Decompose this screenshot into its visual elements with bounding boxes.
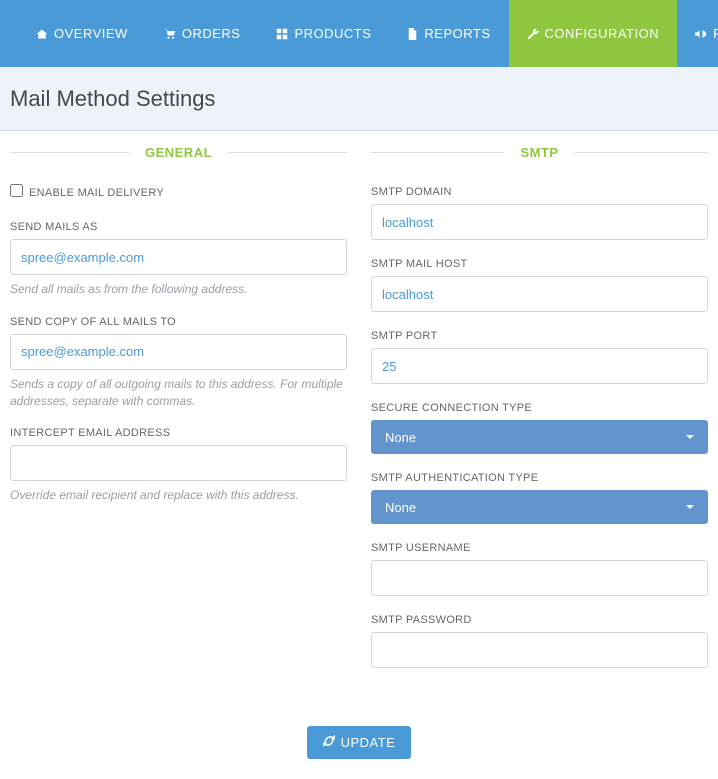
nav-products[interactable]: Products: [258, 0, 389, 67]
nav-promotions-label: P: [713, 26, 718, 41]
nav-orders-label: Orders: [182, 26, 241, 41]
general-legend: General: [10, 145, 347, 160]
smtp-password-input[interactable]: [371, 632, 708, 668]
secure-type-value: None: [385, 430, 416, 445]
nav-products-label: Products: [294, 26, 371, 41]
divider: [10, 152, 129, 153]
smtp-domain-field: SMTP Domain: [371, 186, 708, 240]
intercept-input[interactable]: [10, 445, 347, 481]
general-legend-text: General: [129, 145, 228, 160]
divider: [228, 152, 347, 153]
intercept-field: Intercept Email Address Override email r…: [10, 427, 347, 504]
smtp-host-field: SMTP Mail Host: [371, 258, 708, 312]
copy-to-hint: Sends a copy of all outgoing mails to th…: [10, 376, 347, 410]
secure-type-select[interactable]: None: [371, 420, 708, 454]
wrench-icon: [527, 28, 539, 40]
chevron-down-icon: [686, 435, 694, 439]
smtp-port-field: SMTP Port: [371, 330, 708, 384]
smtp-column: SMTP SMTP Domain SMTP Mail Host SMTP Por…: [371, 145, 708, 686]
nav-configuration[interactable]: Configuration: [509, 0, 678, 67]
auth-type-value: None: [385, 500, 416, 515]
copy-to-input[interactable]: [10, 334, 347, 370]
smtp-domain-input[interactable]: [371, 204, 708, 240]
smtp-host-input[interactable]: [371, 276, 708, 312]
nav-promotions[interactable]: P: [677, 0, 718, 67]
secure-type-field: Secure Connection Type None: [371, 402, 708, 454]
chevron-down-icon: [686, 505, 694, 509]
smtp-password-field: SMTP Password: [371, 614, 708, 668]
update-button-label: Update: [341, 735, 396, 750]
intercept-label: Intercept Email Address: [10, 427, 347, 439]
smtp-host-label: SMTP Mail Host: [371, 258, 708, 270]
home-icon: [36, 28, 48, 40]
nav-orders[interactable]: Orders: [146, 0, 259, 67]
enable-mail-label: Enable Mail Delivery: [29, 187, 164, 199]
auth-type-label: SMTP Authentication Type: [371, 472, 708, 484]
bullhorn-icon: [695, 28, 707, 40]
copy-to-field: Send Copy of All Mails To Sends a copy o…: [10, 316, 347, 410]
general-column: General Enable Mail Delivery Send Mails …: [10, 145, 347, 686]
nav-reports-label: Reports: [424, 26, 490, 41]
intercept-hint: Override email recipient and replace wit…: [10, 487, 347, 504]
send-mails-as-hint: Send all mails as from the following add…: [10, 281, 347, 298]
divider: [575, 152, 708, 153]
smtp-legend-text: SMTP: [504, 145, 574, 160]
auth-type-field: SMTP Authentication Type None: [371, 472, 708, 524]
smtp-port-input[interactable]: [371, 348, 708, 384]
copy-to-label: Send Copy of All Mails To: [10, 316, 347, 328]
smtp-port-label: SMTP Port: [371, 330, 708, 342]
content: General Enable Mail Delivery Send Mails …: [0, 131, 718, 726]
send-mails-as-input[interactable]: [10, 239, 347, 275]
smtp-username-field: SMTP Username: [371, 542, 708, 596]
nav-overview[interactable]: Overview: [18, 0, 146, 67]
smtp-legend: SMTP: [371, 145, 708, 160]
form-actions: Update: [0, 726, 718, 779]
smtp-username-label: SMTP Username: [371, 542, 708, 554]
secure-type-label: Secure Connection Type: [371, 402, 708, 414]
auth-type-select[interactable]: None: [371, 490, 708, 524]
cart-icon: [164, 28, 176, 40]
nav-overview-label: Overview: [54, 26, 128, 41]
update-button[interactable]: Update: [307, 726, 412, 759]
page-header: Mail Method Settings: [0, 67, 718, 131]
smtp-password-label: SMTP Password: [371, 614, 708, 626]
smtp-domain-label: SMTP Domain: [371, 186, 708, 198]
refresh-icon: [323, 735, 335, 750]
page-title: Mail Method Settings: [10, 86, 708, 112]
send-mails-as-field: Send Mails As Send all mails as from the…: [10, 221, 347, 298]
send-mails-as-label: Send Mails As: [10, 221, 347, 233]
grid-icon: [276, 28, 288, 40]
nav-reports[interactable]: Reports: [389, 0, 508, 67]
top-nav: Overview Orders Products Reports Configu…: [0, 0, 718, 67]
nav-configuration-label: Configuration: [545, 26, 660, 41]
enable-mail-checkbox[interactable]: [10, 184, 23, 197]
divider: [371, 152, 504, 153]
enable-mail-row: Enable Mail Delivery: [10, 186, 347, 199]
smtp-username-input[interactable]: [371, 560, 708, 596]
file-icon: [407, 28, 418, 40]
